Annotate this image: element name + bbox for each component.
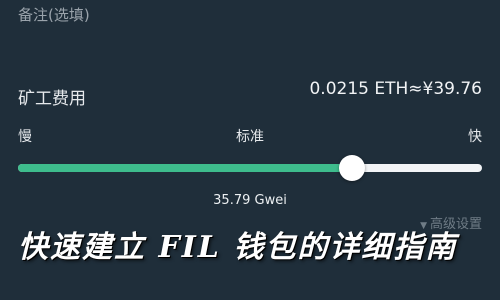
speed-fast-label: 快	[468, 129, 482, 145]
miner-fee-label: 矿工费用	[18, 89, 86, 109]
slider-thumb[interactable]	[339, 155, 366, 181]
speed-standard-label: 标准	[236, 129, 264, 145]
slider-fill	[18, 164, 353, 172]
remark-input[interactable]: 备注(选填)	[18, 4, 90, 25]
miner-fee-value: 0.0215 ETH≈¥39.76	[309, 79, 482, 99]
fee-speed-slider[interactable]	[18, 155, 482, 181]
speed-slow-label: 慢	[18, 129, 32, 145]
overlay-title: 快速建立 FIL 钱包的详细指南	[18, 230, 458, 265]
gas-price-value: 35.79 Gwei	[213, 193, 287, 208]
